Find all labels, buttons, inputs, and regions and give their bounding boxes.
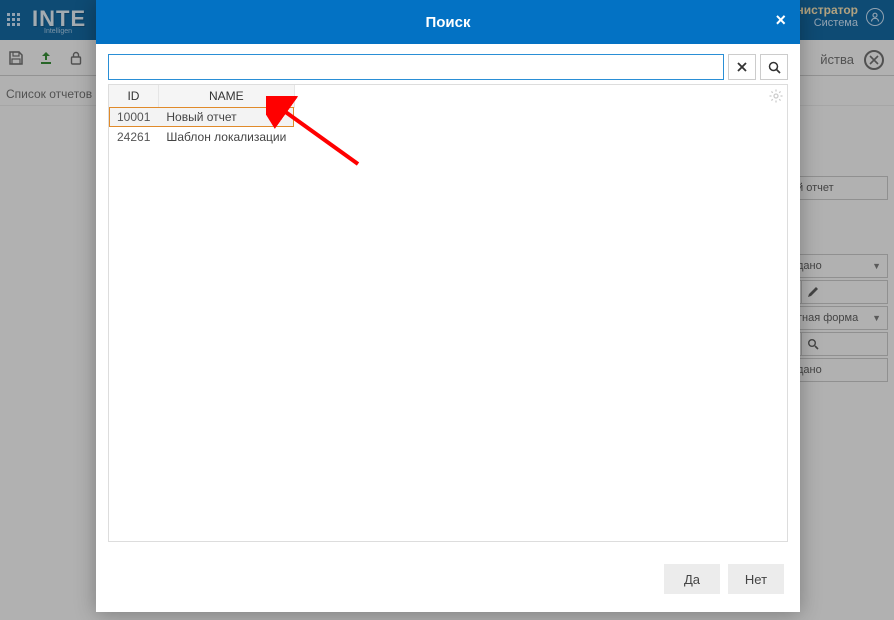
table-row[interactable]: 24261Шаблон локализации	[109, 127, 294, 147]
col-name[interactable]: NAME	[158, 85, 294, 107]
yes-button[interactable]: Да	[664, 564, 720, 594]
gear-icon[interactable]	[769, 89, 783, 103]
cell-name: Шаблон локализации	[158, 127, 294, 147]
cell-name: Новый отчет	[158, 107, 294, 127]
close-icon	[737, 62, 747, 72]
search-input[interactable]	[108, 54, 724, 80]
modal-footer: Да Нет	[96, 550, 800, 612]
search-modal: Поиск × ID NAME 10	[96, 0, 800, 612]
results-table-container: ID NAME 10001Новый отчет24261Шаблон лока…	[108, 84, 788, 542]
search-button[interactable]	[760, 54, 788, 80]
modal-close-button[interactable]: ×	[775, 10, 786, 31]
clear-search-button[interactable]	[728, 54, 756, 80]
table-row[interactable]: 10001Новый отчет	[109, 107, 294, 127]
modal-title: Поиск	[425, 14, 470, 31]
search-icon	[768, 61, 781, 74]
cell-id: 10001	[109, 107, 158, 127]
col-id[interactable]: ID	[109, 85, 158, 107]
modal-header: Поиск ×	[96, 0, 800, 44]
results-table: ID NAME 10001Новый отчет24261Шаблон лока…	[109, 85, 295, 147]
no-button[interactable]: Нет	[728, 564, 784, 594]
cell-id: 24261	[109, 127, 158, 147]
